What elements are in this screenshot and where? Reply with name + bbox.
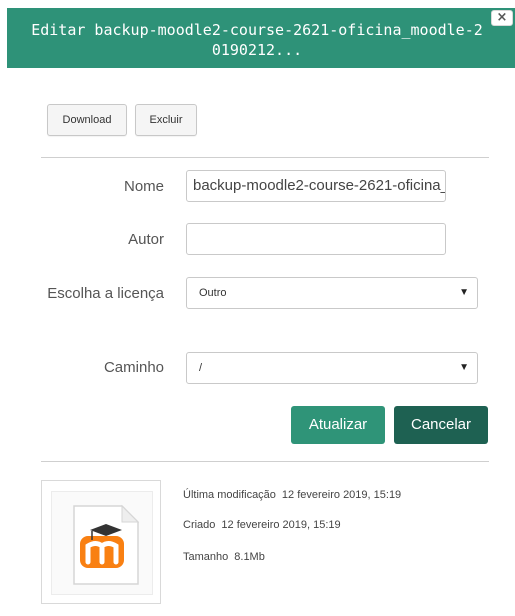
created-label: Criado — [183, 519, 216, 531]
license-selected-value: Outro — [199, 287, 227, 299]
delete-button[interactable]: Excluir — [135, 104, 197, 136]
caret-down-icon: ▼ — [459, 362, 469, 373]
author-label: Autor — [128, 231, 164, 248]
modified-label: Última modificação — [183, 489, 276, 501]
name-input[interactable]: backup-moodle2-course-2621-oficina_moodl… — [186, 170, 446, 202]
close-icon: × — [496, 10, 508, 25]
cancel-button[interactable]: Cancelar — [394, 406, 488, 444]
divider-top — [41, 157, 489, 158]
size-value: 8.1Mb — [234, 551, 265, 563]
path-select[interactable]: / ▼ — [186, 352, 478, 384]
modified-info: Última modificação 12 fevereiro 2019, 15:… — [183, 488, 401, 502]
author-input[interactable] — [186, 223, 446, 255]
license-label: Escolha a licença — [47, 285, 164, 302]
created-info: Criado 12 fevereiro 2019, 15:19 — [183, 518, 341, 532]
name-label: Nome — [123, 178, 164, 195]
path-selected-value: / — [199, 362, 203, 374]
close-button[interactable]: × — [491, 10, 513, 26]
path-label: Caminho — [103, 359, 164, 376]
license-select[interactable]: Outro ▼ — [186, 277, 478, 309]
update-button[interactable]: Atualizar — [291, 406, 385, 444]
download-button[interactable]: Download — [47, 104, 127, 136]
moodle-file-icon — [73, 504, 140, 585]
file-thumbnail — [41, 480, 161, 604]
divider-bottom — [41, 461, 489, 462]
dialog-title: Editar backup-moodle2-course-2621-oficin… — [31, 21, 483, 59]
size-label: Tamanho — [183, 551, 229, 563]
modified-value: 12 fevereiro 2019, 15:19 — [281, 489, 402, 501]
caret-down-icon: ▼ — [459, 287, 469, 298]
dialog-header: Editar backup-moodle2-course-2621-oficin… — [7, 8, 515, 68]
size-info: Tamanho 8.1Mb — [183, 550, 265, 564]
created-value: 12 fevereiro 2019, 15:19 — [221, 519, 341, 531]
